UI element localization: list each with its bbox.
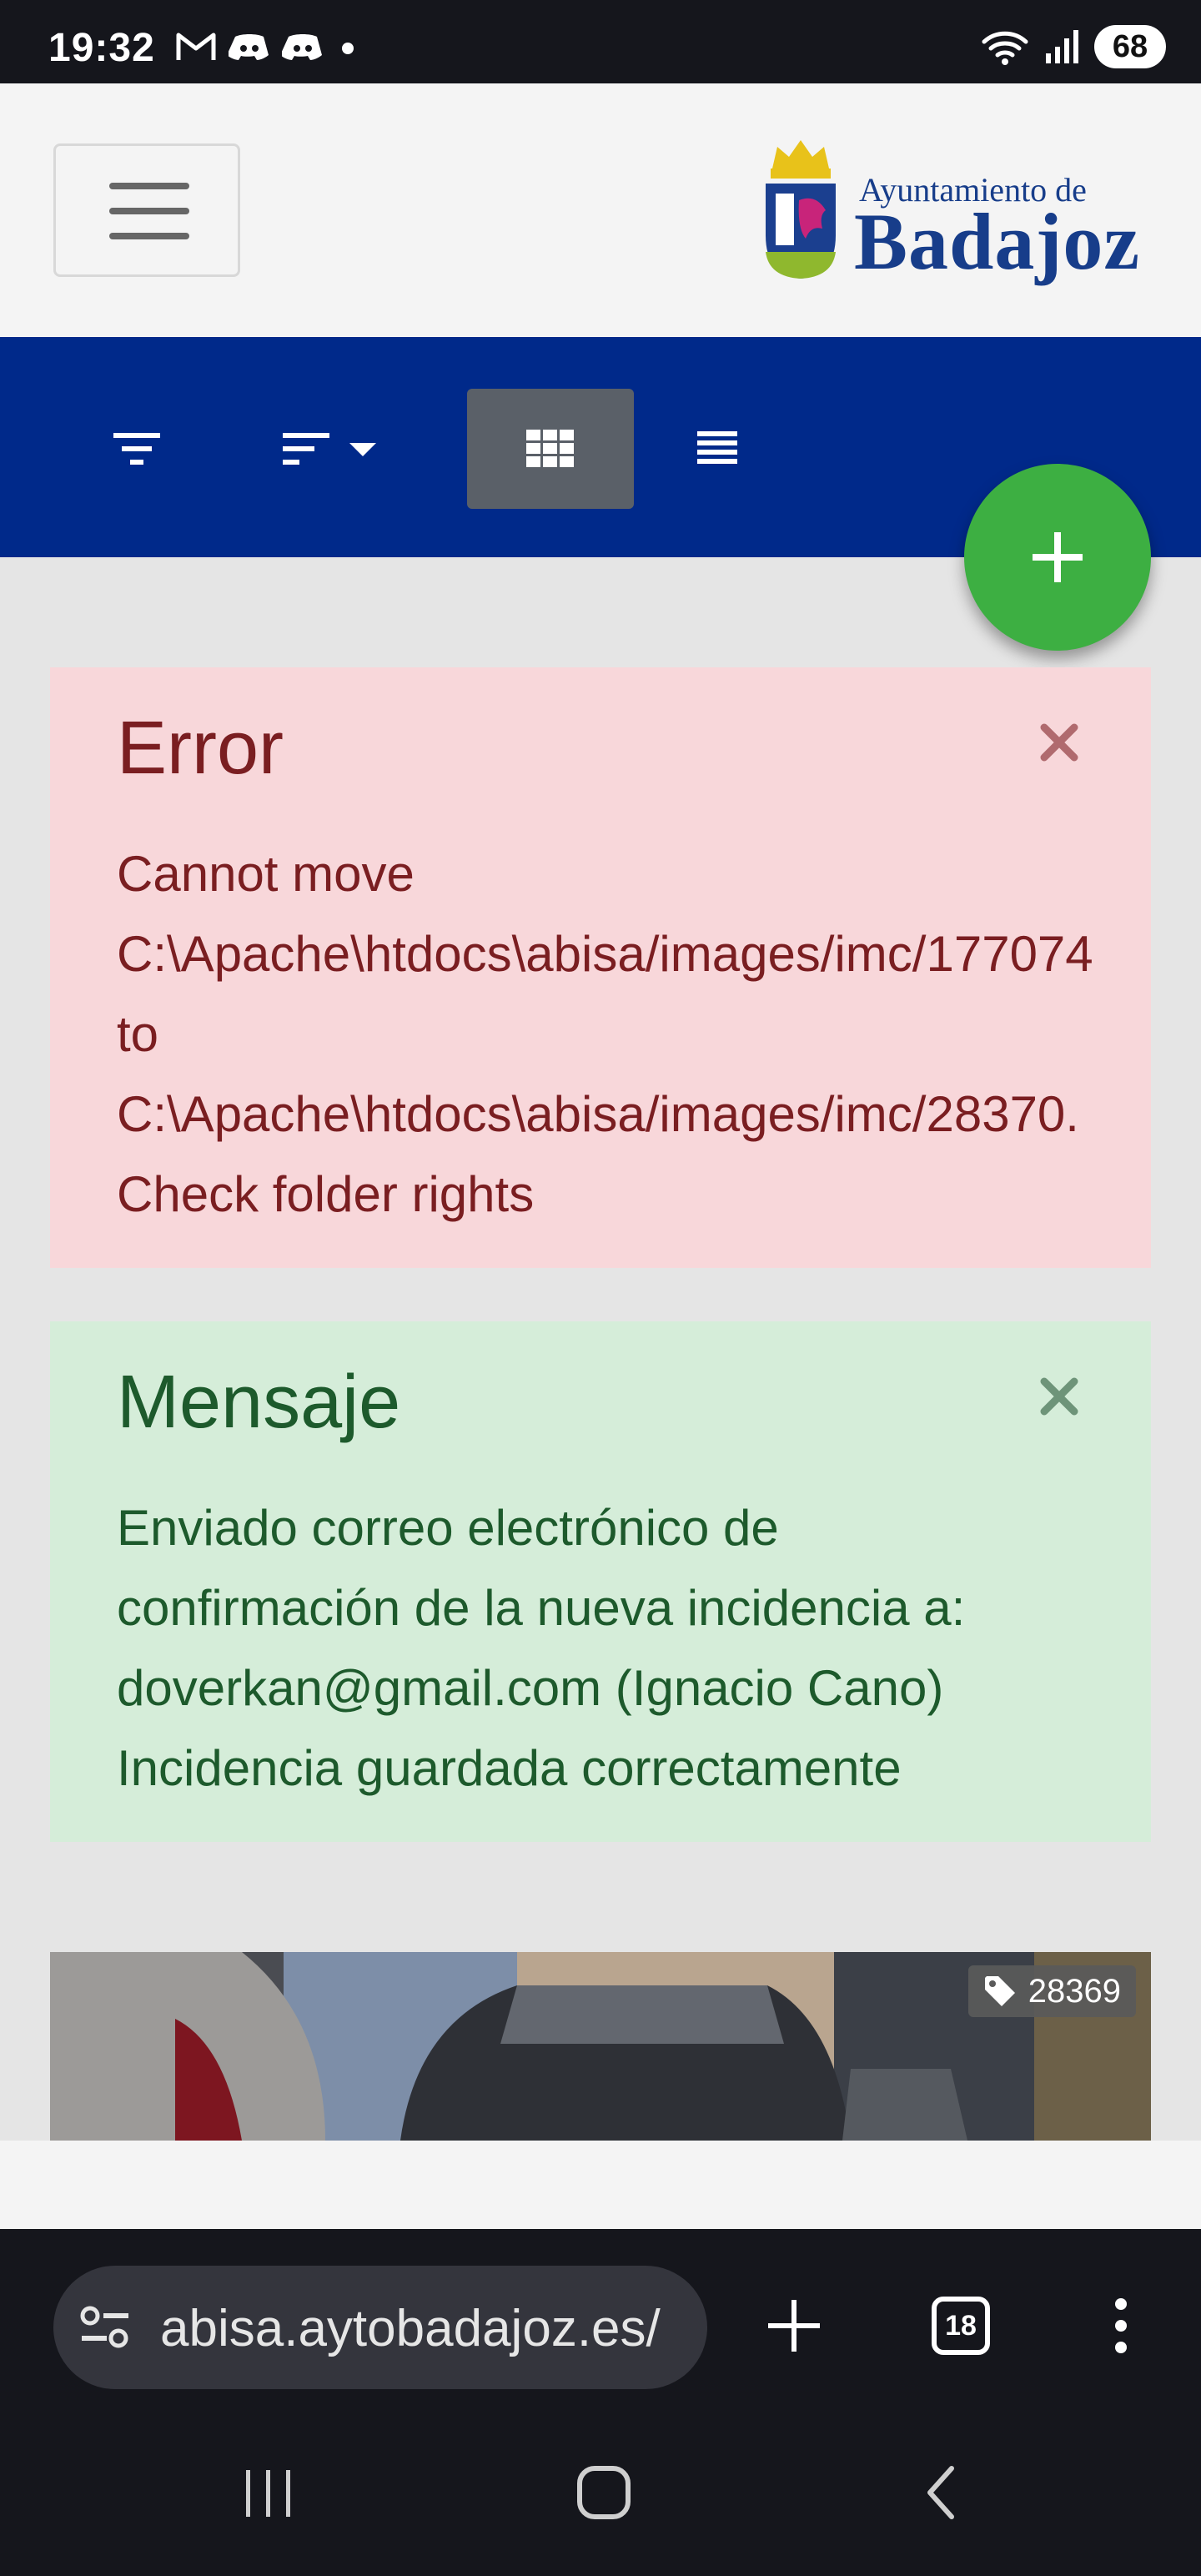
- more-vert-icon: [1115, 2298, 1127, 2353]
- error-alert: Error Cannot move C:\Apache\htdocs\abisa…: [50, 667, 1151, 1268]
- ayuntamiento-logo[interactable]: Ayuntamiento de Badajoz: [761, 135, 1139, 286]
- error-line: C:\Apache\htdocs\abisa/images/imc/177074: [117, 926, 1093, 982]
- tag-icon: [984, 1976, 1015, 2006]
- error-alert-message: Cannot move C:\Apache\htdocs\abisa/image…: [117, 834, 1093, 1235]
- sort-dropdown-button[interactable]: [264, 389, 397, 509]
- list-view-button[interactable]: [664, 389, 771, 509]
- message-alert-close-button[interactable]: [1034, 1371, 1084, 1421]
- menu-bar-icon: [109, 183, 189, 189]
- error-line: Check folder rights: [117, 1166, 535, 1222]
- message-alert-title: Mensaje: [117, 1361, 401, 1444]
- back-button[interactable]: [891, 2451, 991, 2534]
- caret-down-icon: [349, 443, 376, 456]
- filter-icon: [113, 433, 160, 465]
- plus-icon: [768, 2300, 820, 2352]
- page-bottom: [0, 2141, 1201, 2229]
- signal-icon: [1046, 30, 1078, 63]
- status-time: 19:32: [48, 26, 155, 70]
- add-incident-button[interactable]: [964, 464, 1151, 651]
- dot-icon: [342, 43, 354, 54]
- message-alert-text: Enviado correo electrónico de confirmaci…: [117, 1488, 965, 1809]
- grid-view-icon: [526, 430, 574, 467]
- address-bar[interactable]: abisa.aytobadajoz.es/: [53, 2266, 707, 2389]
- status-bar: 19:32 68: [0, 0, 1201, 83]
- message-line: doverkan@gmail.com (Ignacio Cano): [117, 1660, 944, 1716]
- menu-bar-icon: [109, 233, 189, 239]
- tabs-count: 18: [932, 2297, 990, 2355]
- sort-icon: [283, 433, 329, 465]
- app-header: Ayuntamiento de Badajoz: [0, 83, 1201, 337]
- message-line: Enviado correo electrónico de: [117, 1500, 779, 1556]
- list-view-icon: [697, 431, 737, 464]
- new-tab-button[interactable]: [744, 2276, 844, 2376]
- grid-view-button[interactable]: [467, 389, 634, 509]
- home-icon: [577, 2466, 631, 2519]
- home-button[interactable]: [554, 2451, 654, 2534]
- browser-toolbar: abisa.aytobadajoz.es/ 18: [0, 2229, 1201, 2418]
- error-line: C:\Apache\htdocs\abisa/images/imc/28370.: [117, 1086, 1079, 1142]
- wifi-icon: [982, 31, 1028, 65]
- incident-tag-badge: 28369: [967, 1965, 1136, 2017]
- message-line: Incidencia guardada correctamente: [117, 1740, 902, 1796]
- close-icon: [1040, 723, 1078, 762]
- error-alert-close-button[interactable]: [1034, 717, 1084, 767]
- back-icon: [927, 2466, 954, 2519]
- battery-indicator: 68: [1094, 25, 1166, 68]
- incident-id: 28369: [1028, 1972, 1121, 2010]
- gmail-icon: [176, 33, 216, 60]
- error-alert-title: Error: [117, 707, 284, 790]
- menu-bar-icon: [109, 208, 189, 214]
- url-text: abisa.aytobadajoz.es/: [160, 2300, 661, 2357]
- plus-icon: [1033, 532, 1083, 582]
- discord-icon: [282, 34, 322, 60]
- coat-of-arms-icon: [766, 140, 836, 279]
- message-line: confirmación de la nueva incidencia a:: [117, 1580, 966, 1636]
- error-line: to: [117, 1006, 159, 1062]
- recent-apps-icon: [246, 2470, 290, 2517]
- notification-icons: [175, 30, 360, 63]
- logo-title: Badajoz: [854, 197, 1140, 286]
- hamburger-menu-button[interactable]: [53, 143, 240, 277]
- discord-icon: [229, 34, 269, 60]
- browser-menu-button[interactable]: [1071, 2276, 1171, 2376]
- message-alert: Mensaje Enviado correo electrónico de co…: [50, 1321, 1151, 1842]
- status-right: 68: [981, 25, 1166, 68]
- tab-switcher-button[interactable]: 18: [911, 2276, 1011, 2376]
- close-icon: [1040, 1377, 1078, 1416]
- error-line: Cannot move: [117, 846, 415, 902]
- filter-button[interactable]: [83, 389, 190, 509]
- recent-apps-button[interactable]: [219, 2451, 319, 2534]
- incident-card[interactable]: 28369: [50, 1952, 1151, 2141]
- system-nav-bar: [0, 2418, 1201, 2576]
- site-settings-icon: [80, 2306, 128, 2348]
